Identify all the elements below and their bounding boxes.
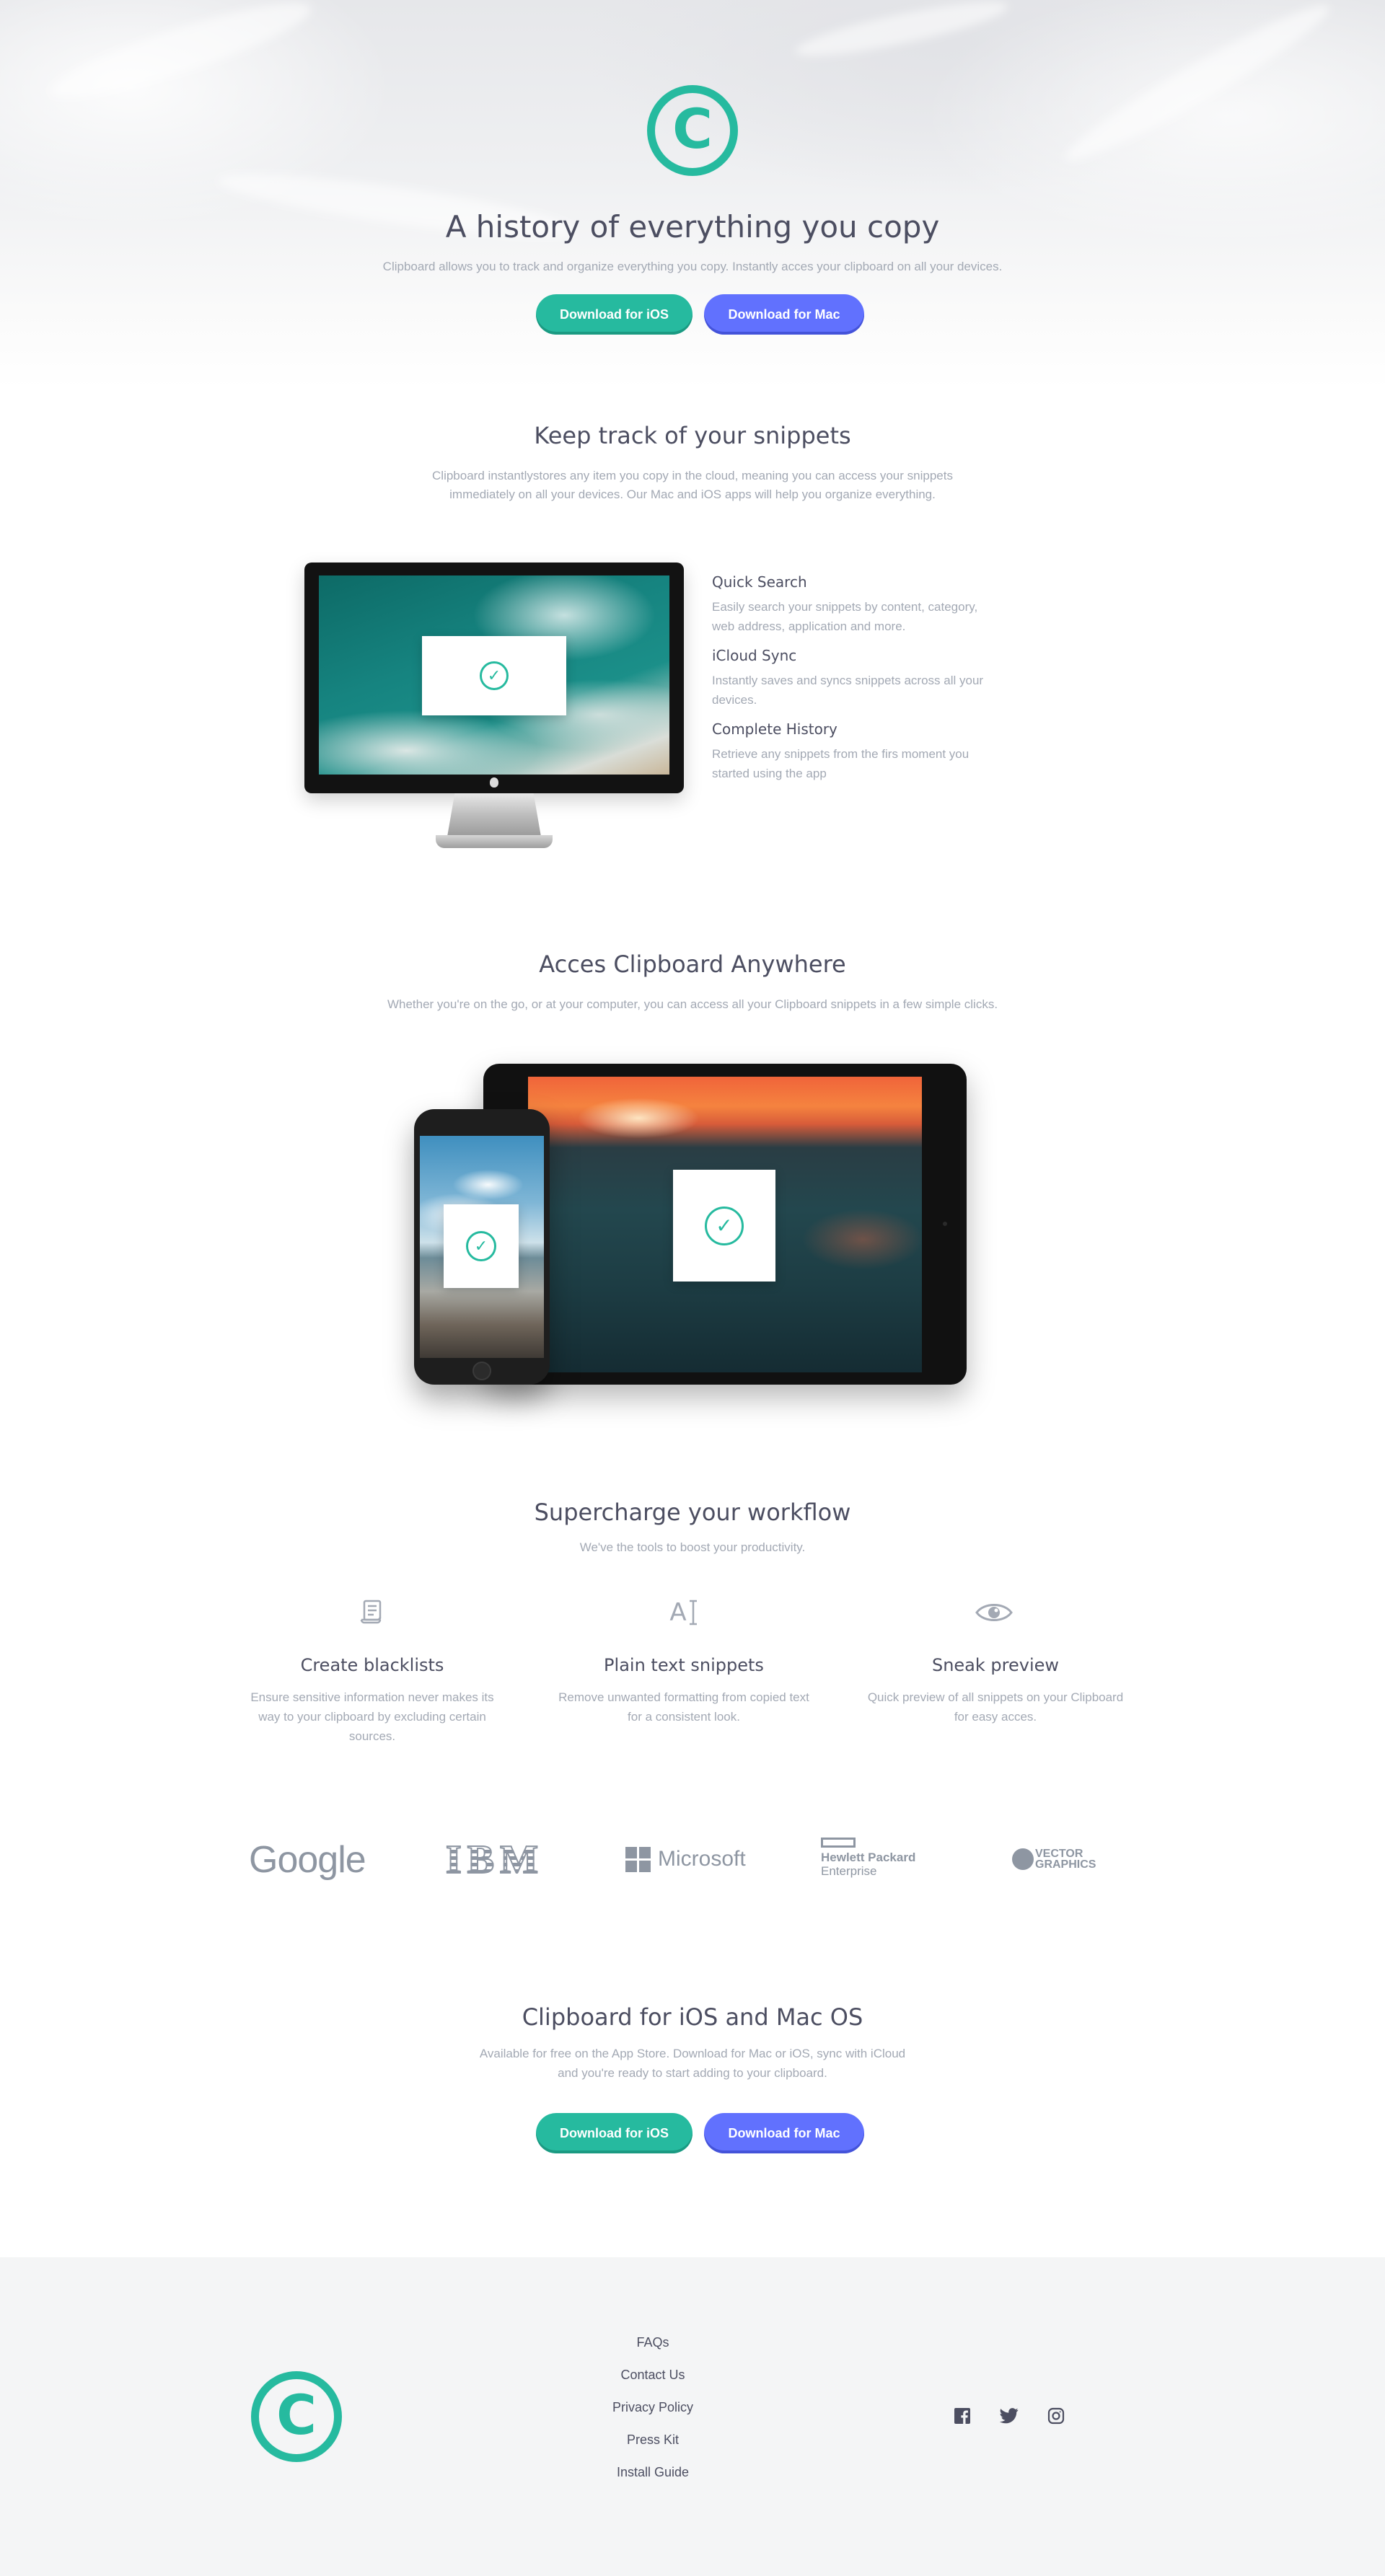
footer-link-faqs[interactable]: FAQs (545, 2335, 761, 2350)
footer-link-privacy-policy[interactable]: Privacy Policy (545, 2400, 761, 2415)
hero-download-ios-button[interactable]: Download for iOS (536, 294, 692, 335)
hero-download-mac-button[interactable]: Download for Mac (704, 294, 864, 335)
snippets-subtitle-line1: Clipboard instantlystores any item you c… (432, 469, 953, 482)
cta-subtitle-line1: Available for free on the App Store. Dow… (479, 2047, 906, 2060)
partner-logo-google: Google (249, 1835, 366, 1884)
snippets-subtitle-line2: immediately on all your devices. Our Mac… (449, 488, 936, 501)
cta-title: Clipboard for iOS and Mac OS (522, 2003, 863, 2031)
hp-logo-text-line1: Hewlett Packard (821, 1851, 916, 1864)
feature-title: Complete History (712, 720, 837, 738)
footer-link-contact-us[interactable]: Contact Us (545, 2368, 761, 2383)
hero-subtitle: Clipboard allows you to track and organi… (382, 260, 1003, 273)
apple-logo-icon (490, 777, 498, 788)
feature-title: iCloud Sync (712, 647, 797, 664)
check-icon: ✓ (480, 661, 509, 690)
google-logo-text: Google (249, 1839, 366, 1881)
eye-icon (974, 1594, 1014, 1631)
text-cursor-icon: A (664, 1594, 704, 1631)
workflow-title: Supercharge your workflow (534, 1499, 851, 1526)
footer-link-press-kit[interactable]: Press Kit (545, 2432, 761, 2448)
copyright-icon: C (672, 97, 713, 161)
tool-text: sources. (348, 1729, 396, 1743)
partner-logo-microsoft: Microsoft (625, 1845, 746, 1874)
instagram-icon[interactable] (1046, 2406, 1066, 2426)
tool-text: Quick preview of all snippets on your Cl… (867, 1690, 1124, 1704)
microsoft-logo-text: Microsoft (658, 1847, 746, 1871)
feature-text: Instantly saves and syncs snippets acros… (712, 674, 984, 687)
feature-text: web address, application and more. (712, 619, 906, 633)
partner-logo-ibm: IBM (445, 1837, 544, 1883)
hero-logo: C (647, 85, 738, 176)
vector-logo-text-line1: VECTOR (1035, 1848, 1083, 1860)
tool-text: for easy acces. (954, 1710, 1037, 1724)
tool-text: way to your clipboard by excluding certa… (258, 1710, 486, 1724)
feature-text: Retrieve any snippets from the firs mome… (712, 747, 970, 761)
partner-logo-hp: Hewlett Packard Enterprise (821, 1838, 915, 1882)
footer: C FAQs Contact Us Privacy Policy Press K… (0, 2257, 1385, 2576)
footer-link-install-guide[interactable]: Install Guide (545, 2465, 761, 2480)
cta-download-ios-button[interactable]: Download for iOS (536, 2113, 692, 2153)
monitor-check-card: ✓ (422, 636, 566, 715)
tool-text: for a consistent look. (628, 1710, 740, 1724)
blacklist-scroll-icon (353, 1594, 390, 1631)
feature-title: Quick Search (712, 573, 807, 591)
phone-check-card: ✓ (444, 1204, 519, 1288)
feature-text: started using the app (712, 767, 827, 780)
hp-logo-rectangle (821, 1838, 856, 1848)
vector-logo-text-line2: GRAPHICS (1035, 1858, 1096, 1871)
tool-title-plain-text: Plain text snippets (604, 1655, 764, 1675)
access-title: Acces Clipboard Anywhere (539, 950, 846, 978)
check-icon: ✓ (466, 1231, 496, 1261)
tool-text: Ensure sensitive information never makes… (250, 1690, 494, 1704)
tablet-check-card: ✓ (673, 1170, 775, 1282)
partner-logo-vector-graphics: VECTOR GRAPHICS (1012, 1845, 1096, 1874)
microsoft-windows-icon (625, 1846, 651, 1872)
tool-text: Remove unwanted formatting from copied t… (558, 1690, 809, 1704)
hp-logo-text-line2: Enterprise (821, 1864, 877, 1878)
vector-graphics-circle-icon (1012, 1848, 1034, 1870)
facebook-icon[interactable] (952, 2406, 972, 2426)
feature-text: devices. (712, 693, 757, 707)
snippets-title: Keep track of your snippets (534, 422, 851, 449)
ibm-logo-text: IBM (445, 1837, 544, 1883)
workflow-subtitle: We've the tools to boost your productivi… (579, 1540, 806, 1554)
text-cursor-glyph: A (669, 1598, 687, 1627)
twitter-icon[interactable] (999, 2406, 1019, 2426)
hero-title: A history of everything you copy (445, 209, 940, 244)
cta-download-mac-button[interactable]: Download for Mac (704, 2113, 864, 2153)
hero-background (0, 0, 1385, 389)
tool-title-sneak-preview: Sneak preview (931, 1655, 1060, 1675)
cta-subtitle-line2: and you're ready to start adding to your… (558, 2066, 827, 2080)
copyright-icon: C (276, 2383, 317, 2447)
tool-title-blacklists: Create blacklists (300, 1655, 444, 1675)
feature-text: Easily search your snippets by content, … (712, 600, 978, 614)
access-subtitle: Whether you're on the go, or at your com… (387, 997, 998, 1011)
footer-logo[interactable]: C (251, 2371, 342, 2462)
check-icon: ✓ (705, 1206, 744, 1245)
